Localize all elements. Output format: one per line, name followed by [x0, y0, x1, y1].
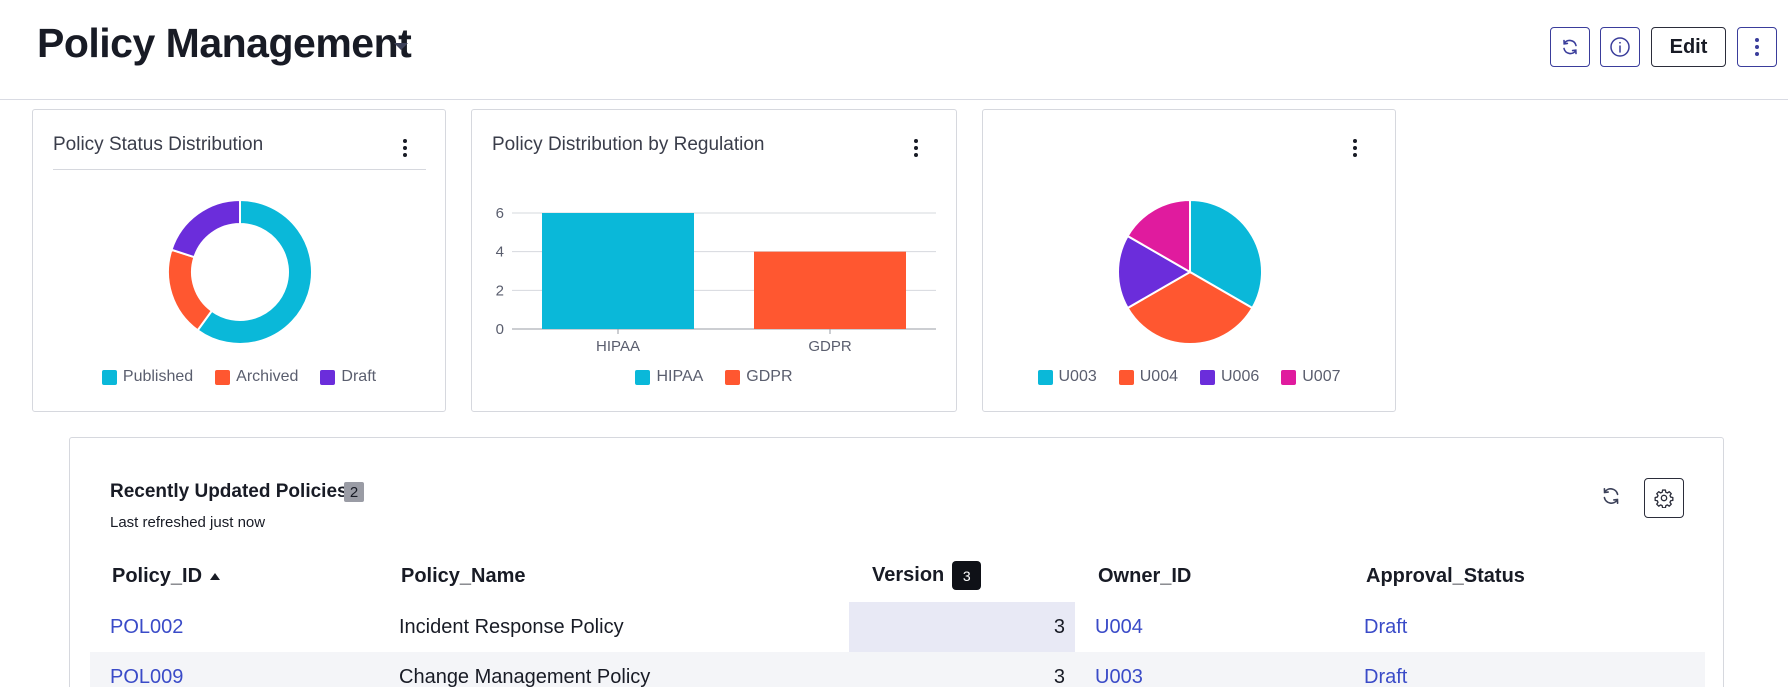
status-donut-chart — [167, 198, 313, 345]
column-label: Policy_Name — [401, 565, 526, 587]
panel-title: Recently Updated Policies — [110, 481, 348, 502]
column-header-policy-id[interactable]: Policy_ID — [112, 565, 221, 588]
table-refresh-button[interactable] — [1600, 485, 1622, 507]
recent-policies-panel: Recently Updated Policies 2 Last refresh… — [69, 437, 1724, 687]
legend-item-u004[interactable]: U004 — [1118, 368, 1178, 386]
sort-ascending-icon — [210, 573, 221, 580]
owner-distribution-card: U003 U004 U006 U007 — [982, 109, 1396, 412]
column-label: Version — [872, 564, 945, 586]
column-label: Approval_Status — [1366, 565, 1525, 587]
column-header-version[interactable]: Version 3 — [872, 561, 982, 590]
legend-label: GDPR — [746, 368, 793, 385]
legend-label: U004 — [1139, 368, 1178, 385]
approval-status-link[interactable]: Draft — [1364, 652, 1407, 687]
edit-button[interactable]: Edit — [1651, 27, 1726, 67]
legend-swatch — [635, 369, 651, 385]
column-label: Policy_ID — [112, 565, 203, 587]
column-badge: 3 — [952, 561, 982, 590]
card-title: Policy Status Distribution — [53, 134, 264, 155]
owner-pie-chart — [1117, 198, 1263, 345]
chart-legend: U003 U004 U006 U007 — [983, 368, 1395, 386]
legend-swatch — [1281, 369, 1297, 385]
column-label: Owner_ID — [1098, 565, 1192, 587]
column-header-policy-name[interactable]: Policy_Name — [401, 565, 526, 588]
legend-swatch — [1037, 369, 1053, 385]
owner-id-link[interactable]: U003 — [1095, 652, 1143, 687]
chart-legend: HIPAA GDPR — [472, 368, 956, 386]
column-header-approval-status[interactable]: Approval_Status — [1366, 565, 1525, 588]
regulation-bar-chart: 0 2 4 6 HIPAA GDPR — [496, 205, 936, 355]
last-refreshed-text: Last refreshed just now — [110, 514, 266, 531]
legend-label: Draft — [341, 368, 377, 385]
legend-item-published[interactable]: Published — [101, 368, 194, 386]
y-tick-label: 0 — [496, 321, 504, 338]
chart-legend: Published Archived Draft — [33, 368, 445, 386]
legend-label: HIPAA — [656, 368, 704, 385]
info-button[interactable] — [1600, 27, 1640, 67]
legend-label: U007 — [1302, 368, 1341, 385]
legend-item-hipaa[interactable]: HIPAA — [635, 368, 703, 386]
legend-item-gdpr[interactable]: GDPR — [725, 368, 793, 386]
legend-label: U003 — [1058, 368, 1097, 385]
legend-swatch — [320, 369, 336, 385]
legend-swatch — [1200, 369, 1215, 385]
chevron-down-icon[interactable] — [394, 43, 408, 50]
legend-label: Archived — [236, 368, 299, 385]
legend-item-u007[interactable]: U007 — [1281, 368, 1341, 386]
y-tick-label: 4 — [496, 244, 504, 261]
card-menu-kebab-icon[interactable] — [395, 136, 415, 160]
legend-label: Published — [122, 368, 194, 385]
legend-label: U006 — [1221, 368, 1260, 385]
card-menu-kebab-icon[interactable] — [906, 136, 926, 160]
policy-id-link[interactable]: POL002 — [110, 602, 183, 652]
legend-item-u003[interactable]: U003 — [1037, 368, 1097, 386]
policy-name-cell: Change Management Policy — [399, 665, 651, 687]
x-tick-label: GDPR — [808, 338, 852, 355]
legend-item-u006[interactable]: U006 — [1200, 368, 1259, 386]
owner-id-link[interactable]: U004 — [1095, 602, 1143, 652]
table-settings-button[interactable] — [1644, 478, 1684, 518]
slice-draft[interactable] — [170, 198, 241, 259]
legend-swatch — [1118, 369, 1134, 385]
legend-swatch — [215, 369, 231, 385]
version-cell: 3 — [1053, 615, 1065, 638]
policy-id-link[interactable]: POL009 — [110, 652, 183, 687]
bar-gdpr[interactable] — [754, 251, 906, 329]
legend-swatch — [101, 369, 117, 385]
refresh-icon — [1563, 39, 1577, 55]
legend-item-archived[interactable]: Archived — [215, 368, 298, 386]
gear-icon — [1654, 489, 1674, 508]
table-row[interactable]: POL009 Change Management Policy 3 U003 D… — [90, 652, 1705, 687]
card-menu-kebab-icon[interactable] — [1345, 136, 1365, 160]
approval-status-link[interactable]: Draft — [1364, 602, 1407, 652]
table-row[interactable]: POL002 Incident Response Policy 3 U004 D… — [90, 602, 1705, 652]
y-tick-label: 2 — [496, 282, 504, 299]
page-header: Policy Management Edit — [0, 0, 1788, 100]
info-icon — [1610, 37, 1630, 57]
bar-hipaa[interactable] — [542, 213, 694, 329]
version-cell: 3 — [1053, 665, 1065, 687]
column-header-owner-id[interactable]: Owner_ID — [1098, 565, 1191, 588]
y-tick-label: 6 — [496, 205, 504, 222]
refresh-button[interactable] — [1550, 27, 1590, 67]
legend-item-draft[interactable]: Draft — [320, 368, 376, 386]
more-options-button[interactable] — [1737, 27, 1777, 67]
page-title: Policy Management — [37, 20, 412, 66]
count-badge: 2 — [344, 482, 364, 502]
status-distribution-card: Policy Status Distribution Published Arc… — [32, 109, 446, 412]
slice-archived[interactable] — [167, 248, 214, 332]
card-divider — [53, 169, 426, 170]
kebab-icon — [1755, 38, 1759, 56]
x-tick-label: HIPAA — [596, 338, 640, 355]
refresh-icon — [1603, 488, 1619, 504]
policy-name-cell: Incident Response Policy — [399, 615, 624, 638]
legend-swatch — [725, 369, 741, 385]
regulation-distribution-card: Policy Distribution by Regulation 0 2 4 6 HI… — [471, 109, 957, 412]
card-title: Policy Distribution by Regulation — [492, 134, 765, 155]
